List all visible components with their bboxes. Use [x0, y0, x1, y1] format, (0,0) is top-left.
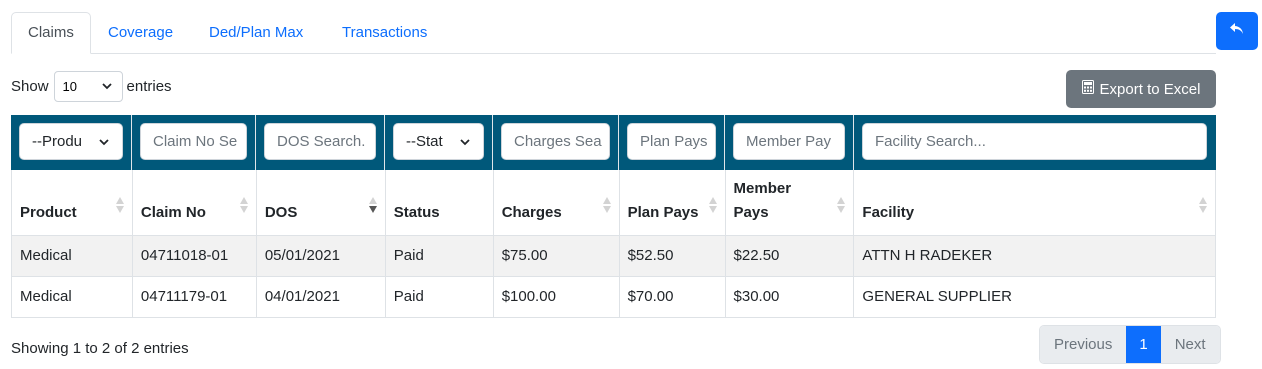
pagination: Previous 1 Next — [1039, 325, 1221, 364]
column-header-product[interactable]: Product — [11, 170, 133, 236]
cell-dos: 05/01/2021 — [256, 235, 386, 277]
status-filter-select[interactable]: --Stat — [393, 123, 484, 160]
claim-no-search-input[interactable]: Claim No Se — [140, 123, 247, 160]
column-header-claim-no[interactable]: Claim No — [132, 170, 257, 236]
cell-charges: $100.00 — [493, 276, 620, 318]
column-header-dos[interactable]: DOS — [256, 170, 386, 236]
tab-transactions[interactable]: Transactions — [326, 12, 443, 54]
table-info-text: Showing 1 to 2 of 2 entries — [11, 340, 189, 357]
cell-member-pays: $30.00 — [725, 276, 855, 318]
cell-status: Paid — [385, 235, 494, 277]
column-header-facility[interactable]: Facility — [853, 170, 1216, 236]
plan-pays-search-input[interactable]: Plan Pays — [627, 123, 716, 160]
cell-facility: ATTN H RADEKER — [853, 235, 1216, 277]
cell-charges: $75.00 — [493, 235, 620, 277]
claims-table: Product Claim No DOS Status Charges Plan… — [11, 170, 1216, 318]
sort-both-icon — [708, 197, 717, 213]
cell-product: Medical — [11, 235, 133, 277]
sort-desc-icon — [368, 197, 377, 213]
filter-cell-dos: DOS Search. — [256, 115, 385, 170]
tab-coverage[interactable]: Coverage — [92, 12, 189, 54]
column-label: Pays — [733, 203, 769, 221]
chevron-down-icon — [460, 139, 470, 146]
member-pays-search-input[interactable]: Member Pay — [733, 123, 845, 160]
filter-cell-claim-no: Claim No Se — [132, 115, 256, 170]
filter-cell-product: --Produ — [11, 115, 132, 170]
column-label: Claim No — [140, 203, 206, 221]
sort-both-icon — [837, 197, 846, 213]
cell-claim-no: 04711179-01 — [132, 276, 257, 318]
column-label: Plan Pays — [627, 203, 699, 221]
cell-plan-pays: $52.50 — [619, 235, 726, 277]
cell-product: Medical — [11, 276, 133, 318]
filter-cell-charges: Charges Sea — [493, 115, 619, 170]
cell-facility: GENERAL SUPPLIER — [853, 276, 1216, 318]
export-label: Export to Excel — [1099, 80, 1201, 98]
cell-member-pays: $22.50 — [725, 235, 855, 277]
column-header-member-pays[interactable]: Member Pays — [725, 170, 855, 236]
cell-dos: 04/01/2021 — [256, 276, 386, 318]
reply-icon — [1229, 22, 1245, 41]
cell-status: Paid — [385, 276, 494, 318]
sort-both-icon — [602, 197, 611, 213]
column-label: Facility — [862, 203, 915, 221]
filter-cell-status: --Stat — [385, 115, 493, 170]
tab-bar: Claims Coverage Ded/Plan Max Transaction… — [11, 12, 1216, 54]
dos-search-input[interactable]: DOS Search. — [264, 123, 376, 160]
column-label: Product — [20, 203, 77, 221]
sort-both-icon — [1199, 197, 1207, 213]
column-filter-bar: --Produ Claim No Se DOS Search. --Stat C… — [11, 115, 1216, 170]
filter-cell-facility: Facility Search... — [854, 115, 1216, 170]
sort-both-icon — [239, 197, 248, 213]
show-label: Show — [11, 77, 49, 95]
export-to-excel-button[interactable]: Export to Excel — [1066, 70, 1216, 108]
column-label: Charges — [501, 203, 562, 221]
back-button[interactable] — [1216, 12, 1258, 50]
previous-page-button[interactable]: Previous — [1040, 326, 1127, 363]
table-header-row: Product Claim No DOS Status Charges Plan… — [11, 170, 1216, 236]
status-filter-value: --Stat — [406, 133, 443, 150]
column-header-plan-pays[interactable]: Plan Pays — [619, 170, 726, 236]
product-filter-value: --Produ — [32, 133, 83, 150]
tab-ded-plan-max[interactable]: Ded/Plan Max — [193, 12, 319, 54]
facility-search-input[interactable]: Facility Search... — [862, 123, 1207, 160]
cell-plan-pays: $70.00 — [619, 276, 726, 318]
column-label: Status — [393, 203, 440, 221]
page-1-button[interactable]: 1 — [1126, 326, 1161, 363]
chevron-down-icon — [99, 139, 109, 146]
entries-per-page-select[interactable]: 10 — [53, 70, 123, 102]
entries-label: entries — [126, 77, 172, 95]
column-header-charges[interactable]: Charges — [493, 170, 620, 236]
product-filter-select[interactable]: --Produ — [19, 123, 123, 160]
table-calc-icon — [1081, 80, 1094, 98]
table-row[interactable]: Medical 04711018-01 05/01/2021 Paid $75.… — [11, 235, 1216, 277]
tab-claims[interactable]: Claims — [11, 12, 91, 54]
table-row[interactable]: Medical 04711179-01 04/01/2021 Paid $100… — [11, 276, 1216, 318]
column-header-status[interactable]: Status — [385, 170, 494, 236]
cell-claim-no: 04711018-01 — [132, 235, 257, 277]
entries-length-control: Show 10 entries — [11, 70, 172, 102]
charges-search-input[interactable]: Charges Sea — [501, 123, 610, 160]
column-label: Member — [733, 179, 792, 197]
next-page-button[interactable]: Next — [1160, 326, 1220, 363]
column-label: DOS — [264, 203, 298, 221]
sort-both-icon — [115, 197, 124, 213]
filter-cell-member-pays: Member Pay — [725, 115, 854, 170]
filter-cell-plan-pays: Plan Pays — [619, 115, 725, 170]
